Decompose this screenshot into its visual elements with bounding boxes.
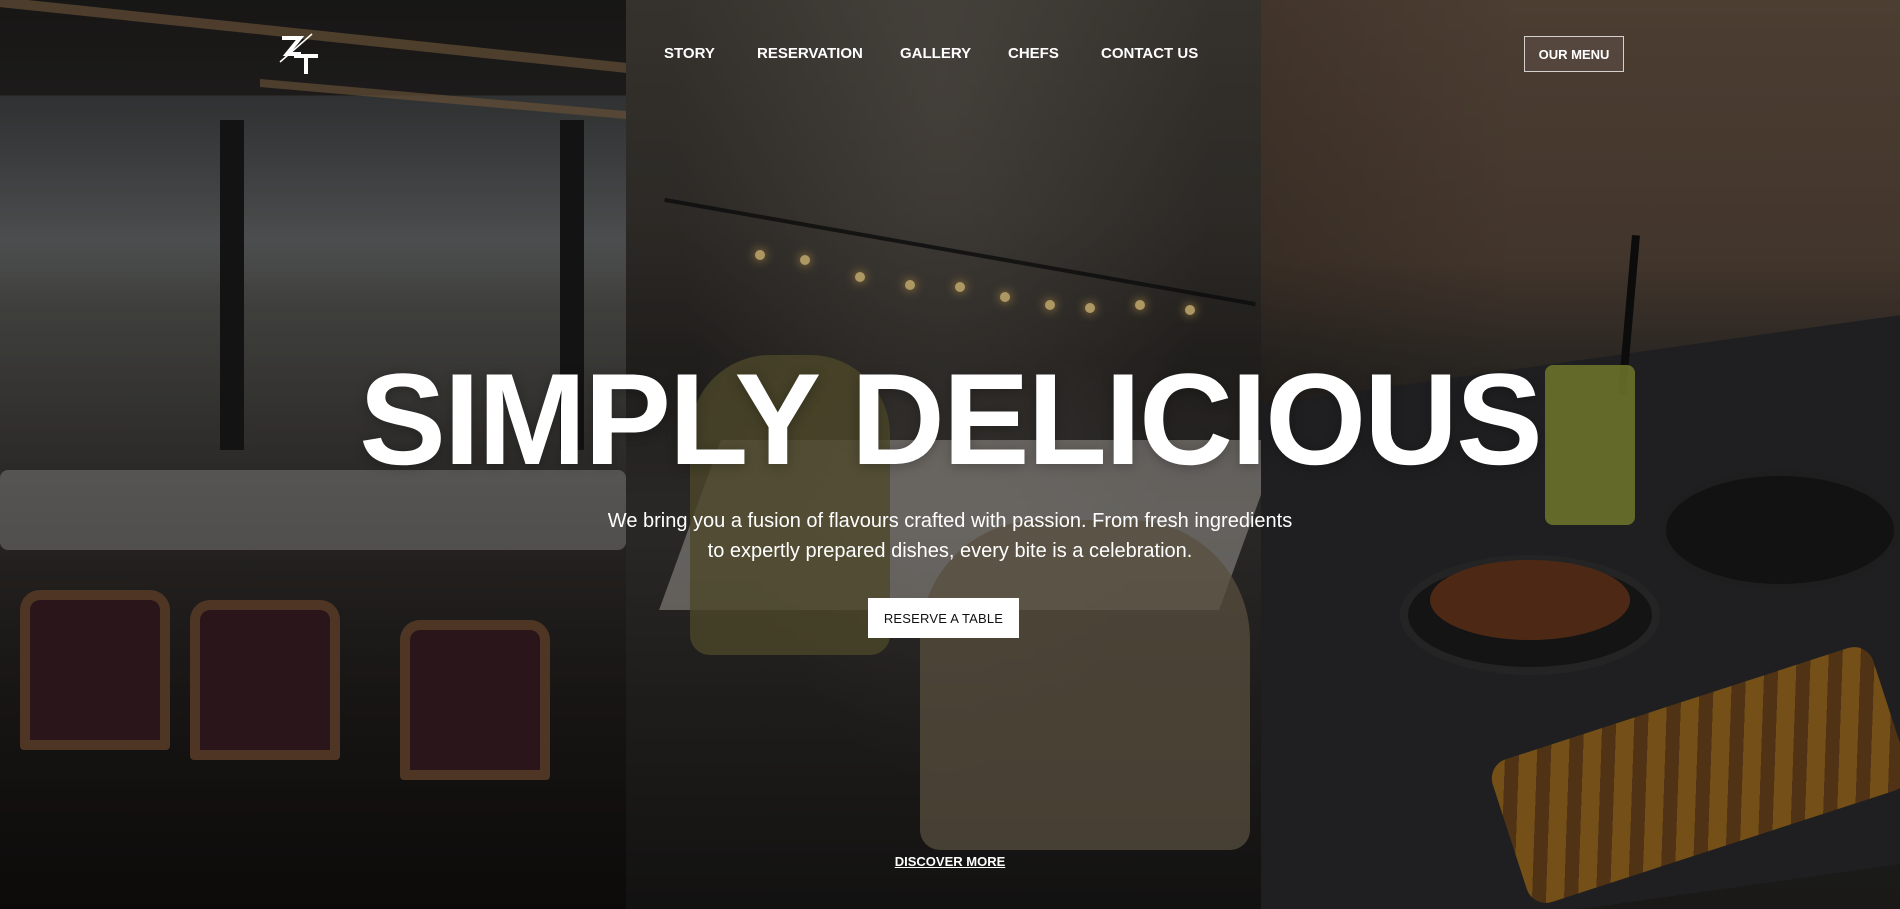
nav-item-chefs[interactable]: CHEFS [1008,45,1059,62]
nav-item-story[interactable]: STORY [664,45,715,62]
our-menu-button[interactable]: OUR MENU [1524,36,1624,72]
nav-item-contact-us[interactable]: CONTACT US [1101,45,1198,62]
nav-item-reservation[interactable]: RESERVATION [757,45,863,62]
hero-subtitle-line: to expertly prepared dishes, every bite … [707,540,1193,562]
zt-logo-icon[interactable] [278,32,322,76]
hero-subtitle-line: We bring you a fusion of flavours crafte… [607,510,1293,532]
hero-title: SIMPLY DELICIOUS [359,346,1543,492]
reserve-table-button[interactable]: RESERVE A TABLE [868,598,1019,638]
hero-subtitle: We bring you a fusion of flavours crafte… [0,506,1900,566]
discover-more-link[interactable]: DISCOVER MORE [895,854,1006,869]
nav-item-gallery[interactable]: GALLERY [900,45,971,62]
discover-more-container: DISCOVER MORE [0,853,1900,871]
